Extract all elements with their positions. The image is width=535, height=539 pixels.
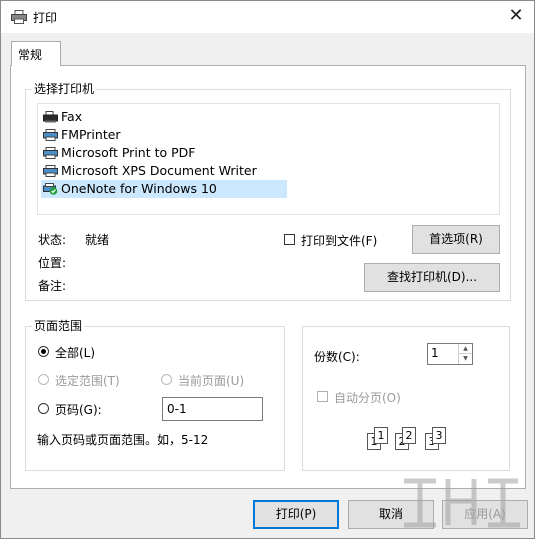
printer-list[interactable]: Fax FMPrinter Microsoft Print to PDF Mic… bbox=[37, 103, 500, 215]
printer-name: FMPrinter bbox=[61, 127, 121, 142]
spin-up-icon[interactable]: ▲ bbox=[459, 344, 472, 354]
printer-icon bbox=[43, 147, 58, 159]
printer-item-fax[interactable]: Fax bbox=[41, 108, 287, 126]
preferences-button[interactable]: 首选项(R) bbox=[412, 225, 500, 254]
collate-illustration: 1 1 2 2 3 3 bbox=[359, 423, 459, 455]
printer-item-fmprinter[interactable]: FMPrinter bbox=[41, 126, 287, 144]
watermark-logo bbox=[404, 478, 520, 528]
collate-checkbox[interactable] bbox=[317, 391, 328, 402]
copies-label: 份数(C): bbox=[314, 350, 360, 364]
tab-label: 常规 bbox=[18, 48, 43, 62]
status-value: 就绪 bbox=[85, 233, 110, 247]
printer-icon bbox=[43, 129, 58, 141]
collate-page: 2 bbox=[402, 427, 416, 444]
page-range-hint: 输入页码或页面范围。如，5-12 bbox=[37, 433, 209, 447]
fax-icon bbox=[43, 111, 58, 123]
comment-label: 备注: bbox=[38, 279, 67, 293]
group-label: 选择打印机 bbox=[32, 82, 97, 96]
page-range-selection-radio[interactable] bbox=[38, 374, 49, 385]
title-bar: 打印 ✕ bbox=[1, 1, 534, 33]
page-range-pages-label[interactable]: 页码(G): bbox=[55, 401, 102, 418]
copies-value: 1 bbox=[431, 346, 439, 360]
location-label: 位置: bbox=[38, 256, 67, 270]
close-button[interactable]: ✕ bbox=[504, 5, 528, 29]
printer-name: OneNote for Windows 10 bbox=[61, 181, 217, 196]
printer-name: Fax bbox=[61, 109, 83, 124]
printer-name: Microsoft XPS Document Writer bbox=[61, 163, 257, 178]
page-range-selection-label[interactable]: 选定范围(T) bbox=[55, 372, 120, 389]
printer-item-ms-print-to-pdf[interactable]: Microsoft Print to PDF bbox=[41, 144, 287, 162]
collate-page: 3 bbox=[432, 427, 446, 444]
find-printer-button[interactable]: 查找打印机(D)... bbox=[364, 263, 500, 292]
spin-buttons: ▲ ▼ bbox=[458, 344, 472, 364]
pages-input[interactable]: 0-1 bbox=[162, 397, 263, 421]
spin-down-icon[interactable]: ▼ bbox=[459, 354, 472, 364]
collate-page: 1 bbox=[374, 427, 388, 444]
printer-name: Microsoft Print to PDF bbox=[61, 145, 196, 160]
printer-icon bbox=[11, 10, 27, 24]
printer-item-ms-xps-writer[interactable]: Microsoft XPS Document Writer bbox=[41, 162, 287, 180]
printer-item-onenote[interactable]: OneNote for Windows 10 bbox=[41, 180, 287, 198]
print-dialog: 打印 ✕ 常规 选择打印机 Fax FMPrinter Microsoft Pr… bbox=[0, 0, 535, 539]
printer-icon bbox=[43, 165, 58, 177]
page-range-pages-radio[interactable] bbox=[38, 403, 49, 414]
collate-label[interactable]: 自动分页(O) bbox=[334, 389, 401, 406]
default-printer-icon bbox=[43, 183, 58, 195]
page-range-current-radio[interactable] bbox=[161, 374, 172, 385]
copies-spinbox[interactable]: 1 ▲ ▼ bbox=[427, 343, 473, 365]
group-label: 页面范围 bbox=[32, 319, 85, 333]
window-title: 打印 bbox=[33, 11, 58, 25]
print-to-file-checkbox[interactable] bbox=[284, 234, 295, 245]
page-range-all-radio[interactable] bbox=[38, 346, 49, 357]
print-button[interactable]: 打印(P) bbox=[253, 500, 339, 529]
print-to-file-label[interactable]: 打印到文件(F) bbox=[301, 232, 377, 249]
page-range-all-label[interactable]: 全部(L) bbox=[55, 344, 95, 361]
page-range-current-label[interactable]: 当前页面(U) bbox=[178, 372, 244, 389]
status-label: 状态: bbox=[38, 233, 67, 247]
tab-general[interactable]: 常规 bbox=[11, 41, 61, 66]
